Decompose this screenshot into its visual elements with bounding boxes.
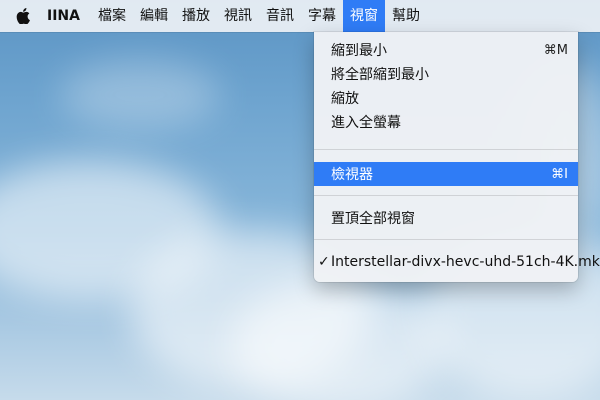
menu-item-label: 進入全螢幕 bbox=[331, 115, 401, 131]
menu-item-inspector[interactable]: 檢視器 ⌘I bbox=[314, 162, 578, 186]
wallpaper-cloud bbox=[60, 60, 220, 130]
menu-item-shortcut: ⌘M bbox=[543, 42, 568, 58]
menu-separator bbox=[314, 149, 578, 150]
checkmark-icon: ✓ bbox=[318, 254, 330, 270]
menu-item-open-window[interactable]: ✓ Interstellar-divx-hevc-uhd-51ch-4K.mkv bbox=[314, 250, 600, 274]
menu-item-zoom[interactable]: 縮放 bbox=[314, 86, 578, 110]
menu-help[interactable]: 幫助 bbox=[385, 0, 427, 32]
menu-app-iina[interactable]: IINA bbox=[40, 0, 87, 32]
menu-separator bbox=[314, 195, 578, 196]
menu-item-label: 縮到最小 bbox=[331, 43, 387, 59]
menu-audio[interactable]: 音訊 bbox=[259, 0, 301, 32]
menu-subtitles[interactable]: 字幕 bbox=[301, 0, 343, 32]
menu-item-enter-fullscreen[interactable]: 進入全螢幕 bbox=[314, 110, 578, 134]
menu-item-minimize[interactable]: 縮到最小 ⌘M bbox=[314, 38, 578, 62]
menu-item-label: 檢視器 bbox=[331, 167, 373, 183]
menu-item-label: 將全部縮到最小 bbox=[331, 67, 429, 83]
wallpaper-cloud bbox=[230, 280, 450, 400]
menu-file[interactable]: 檔案 bbox=[91, 0, 133, 32]
window-menu-dropdown: 縮到最小 ⌘M 將全部縮到最小 縮放 進入全螢幕 檢視器 ⌘I 置頂全部視窗 ✓… bbox=[314, 32, 600, 282]
menu-bar: IINA 檔案 編輯 播放 視訊 音訊 字幕 視窗 幫助 bbox=[0, 0, 600, 32]
menu-window[interactable]: 視窗 bbox=[342, 0, 385, 32]
desktop-wallpaper: IINA 檔案 編輯 播放 視訊 音訊 字幕 視窗 幫助 縮到最小 ⌘M 將全部… bbox=[0, 0, 600, 400]
menu-item-label: Interstellar-divx-hevc-uhd-51ch-4K.mkv bbox=[331, 254, 600, 270]
menu-item-bring-all-to-front[interactable]: 置頂全部視窗 bbox=[314, 206, 578, 230]
menu-item-shortcut: ⌘I bbox=[551, 166, 568, 182]
menu-separator bbox=[314, 239, 578, 240]
menu-video[interactable]: 視訊 bbox=[217, 0, 259, 32]
menu-item-label: 置頂全部視窗 bbox=[331, 211, 415, 227]
menu-playback[interactable]: 播放 bbox=[175, 0, 217, 32]
menu-edit[interactable]: 編輯 bbox=[133, 0, 175, 32]
menu-item-label: 縮放 bbox=[331, 91, 359, 107]
apple-icon[interactable] bbox=[16, 8, 30, 24]
menu-item-minimize-all[interactable]: 將全部縮到最小 bbox=[314, 62, 578, 86]
